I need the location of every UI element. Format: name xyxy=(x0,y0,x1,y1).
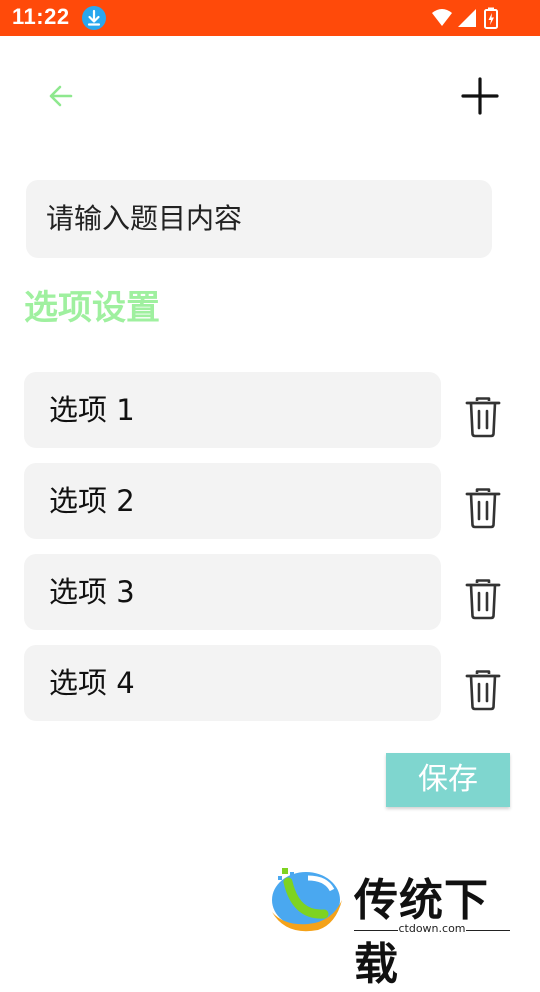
question-input[interactable]: 请输入题目内容 xyxy=(26,180,492,258)
trash-icon xyxy=(465,488,501,529)
wifi-icon xyxy=(432,9,452,26)
status-bar: 11:22 xyxy=(0,0,540,36)
option-row: 选项 2 xyxy=(24,463,514,539)
trash-icon xyxy=(465,397,501,438)
option-input[interactable]: 选项 2 xyxy=(24,463,441,539)
delete-option-button[interactable] xyxy=(464,669,502,711)
battery-charging-icon xyxy=(484,7,498,29)
save-button[interactable]: 保存 xyxy=(386,753,510,807)
watermark-logo-icon xyxy=(272,868,342,932)
option-input[interactable]: 选项 4 xyxy=(24,645,441,721)
divider xyxy=(466,930,510,931)
add-option-button[interactable] xyxy=(458,74,502,118)
signal-icon xyxy=(458,9,476,27)
status-time: 11:22 xyxy=(12,4,70,29)
option-row: 选项 4 xyxy=(24,645,514,721)
arrow-left-icon xyxy=(49,85,73,107)
trash-icon xyxy=(465,579,501,620)
plus-icon xyxy=(461,77,499,115)
watermark-domain: ctdown.com xyxy=(398,922,466,935)
watermark: 传统下载 ctdown.com xyxy=(266,860,516,990)
delete-option-button[interactable] xyxy=(464,487,502,529)
back-button[interactable] xyxy=(40,76,80,116)
trash-icon xyxy=(465,670,501,711)
delete-option-button[interactable] xyxy=(464,578,502,620)
option-row: 选项 1 xyxy=(24,372,514,448)
section-title: 选项设置 xyxy=(24,288,160,328)
download-notification-icon xyxy=(82,6,106,30)
option-input[interactable]: 选项 3 xyxy=(24,554,441,630)
delete-option-button[interactable] xyxy=(464,396,502,438)
status-icons xyxy=(430,7,502,29)
option-row: 选项 3 xyxy=(24,554,514,630)
option-input[interactable]: 选项 1 xyxy=(24,372,441,448)
